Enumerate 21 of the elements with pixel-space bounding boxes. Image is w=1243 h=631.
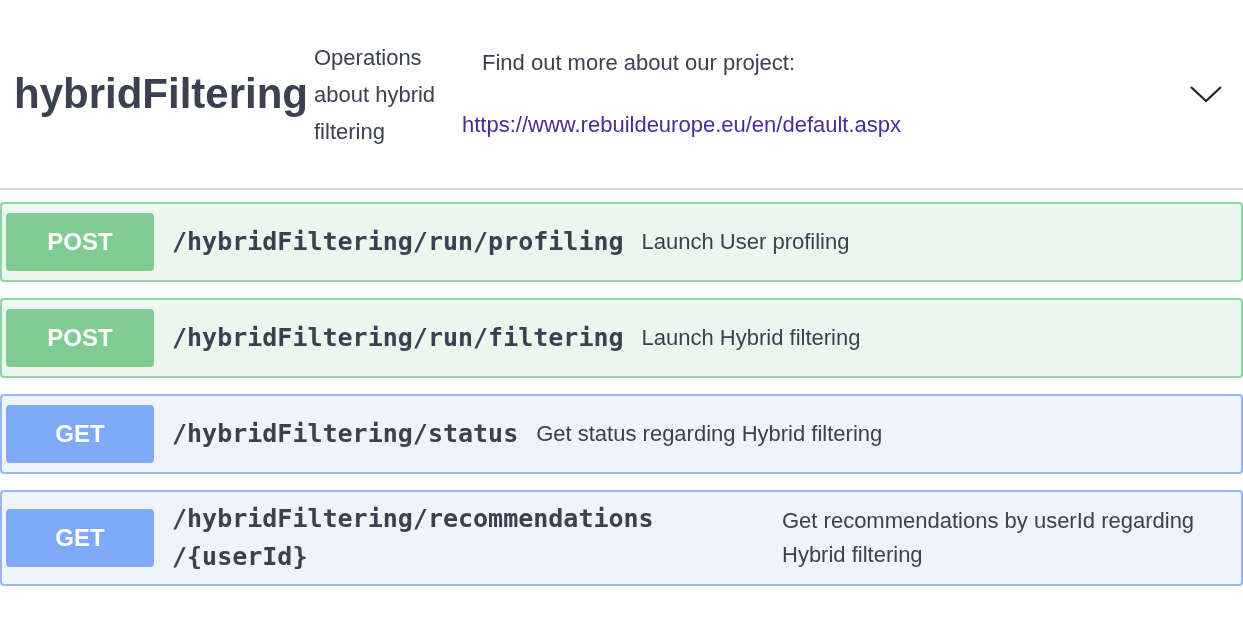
operation-summary: Get status regarding Hybrid filtering — [536, 420, 883, 448]
operation-path: /hybridFiltering/run/filtering — [172, 322, 624, 354]
method-badge: GET — [6, 509, 154, 567]
tag-description: Operations about hybrid filtering — [314, 43, 437, 146]
operation-summary: Get recommendations by userId regarding Hybrid filtering — [782, 507, 1196, 569]
operation-block[interactable]: GET /hybridFiltering/status Get status regarding Hybrid filtering — [0, 394, 1243, 474]
method-badge: POST — [6, 309, 154, 367]
method-badge: GET — [6, 405, 154, 463]
operation-path: /hybridFiltering/run/profiling — [172, 226, 624, 258]
operation-block[interactable]: POST /hybridFiltering/run/profiling Launch User profiling — [0, 202, 1243, 282]
operation-block[interactable]: GET /hybridFiltering/recommendations/{userId} Get recommendations by userId regarding Hybrid filtering — [0, 490, 1243, 586]
chevron-icon[interactable] — [1189, 84, 1223, 104]
operation-path: /hybridFiltering/recommendations/{userId} — [172, 503, 655, 573]
tag-title[interactable]: hybridFiltering — [14, 70, 308, 118]
docs-label: Find out more about our project: — [481, 50, 797, 76]
method-badge: POST — [6, 213, 154, 271]
operation-summary: Launch Hybrid filtering — [641, 324, 861, 352]
operation-summary: Launch User profiling — [641, 228, 850, 256]
docs-link[interactable]: https://www.rebuildeurope.eu/en/default.aspx — [462, 112, 902, 138]
operation-block[interactable]: POST /hybridFiltering/run/filtering Launch Hybrid filtering — [0, 298, 1243, 378]
operation-path: /hybridFiltering/status — [172, 418, 519, 450]
